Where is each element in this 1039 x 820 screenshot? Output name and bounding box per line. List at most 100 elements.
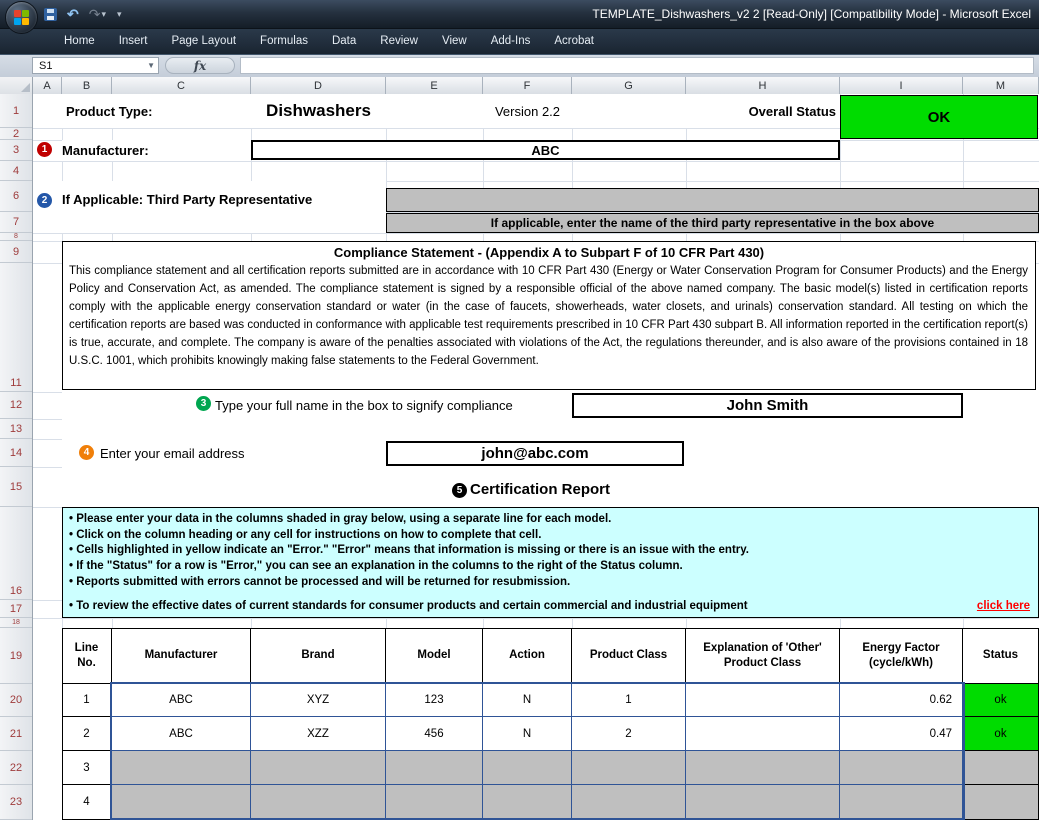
cell-model[interactable] — [386, 785, 483, 820]
cell-line-no[interactable]: 1 — [62, 684, 112, 717]
cell-product-class[interactable]: 1 — [572, 684, 686, 717]
cell-action[interactable] — [483, 751, 572, 785]
cell-status[interactable] — [963, 785, 1039, 820]
col-header-status[interactable]: Status — [963, 628, 1039, 684]
column-header-c[interactable]: C — [112, 77, 251, 94]
tab-insert[interactable]: Insert — [107, 29, 160, 54]
signature-input[interactable]: John Smith — [572, 393, 963, 418]
col-header-brand[interactable]: Brand — [251, 628, 386, 684]
row-header-14[interactable]: 14 — [0, 439, 32, 467]
row-header-13[interactable]: 13 — [0, 419, 32, 439]
row-header-8[interactable]: 8 — [0, 233, 32, 241]
formula-input[interactable] — [240, 57, 1034, 74]
row-header-18[interactable]: 18 — [0, 618, 32, 628]
cell-action[interactable] — [483, 785, 572, 820]
tab-view[interactable]: View — [430, 29, 479, 54]
row-header-15[interactable]: 15 — [0, 467, 32, 507]
tab-page-layout[interactable]: Page Layout — [159, 29, 248, 54]
column-header-e[interactable]: E — [386, 77, 483, 94]
cell-brand[interactable] — [251, 785, 386, 820]
cell-brand[interactable]: XYZ — [251, 684, 386, 717]
column-header-g[interactable]: G — [572, 77, 686, 94]
cell-line-no[interactable]: 4 — [62, 785, 112, 820]
cell-model[interactable]: 456 — [386, 717, 483, 751]
cell-brand[interactable] — [251, 751, 386, 785]
tab-acrobat[interactable]: Acrobat — [542, 29, 606, 54]
col-header-explanation[interactable]: Explanation of 'Other' Product Class — [686, 628, 840, 684]
row-header-7[interactable]: 7 — [0, 212, 32, 233]
row-header-20[interactable]: 20 — [0, 684, 32, 717]
cell-product-class[interactable]: 2 — [572, 717, 686, 751]
row-header-19[interactable]: 19 — [0, 628, 32, 684]
row-header-22[interactable]: 22 — [0, 751, 32, 785]
redo-button[interactable]: ↷▾ — [87, 4, 108, 24]
row-header-3[interactable]: 3 — [0, 140, 32, 161]
cell-brand[interactable]: XZZ — [251, 717, 386, 751]
col-header-line-no[interactable]: Line No. — [62, 628, 112, 684]
col-header-model[interactable]: Model — [386, 628, 483, 684]
cell-explanation[interactable] — [686, 684, 840, 717]
tab-formulas[interactable]: Formulas — [248, 29, 320, 54]
email-input[interactable]: john@abc.com — [386, 441, 684, 466]
column-header-i[interactable]: I — [840, 77, 963, 94]
insert-function-button[interactable]: fx — [165, 57, 235, 74]
row-header-2[interactable]: 2 — [0, 128, 32, 140]
row-header-6[interactable]: 6 — [0, 181, 32, 212]
cell-manufacturer[interactable]: ABC — [112, 717, 251, 751]
cell-line-no[interactable]: 3 — [62, 751, 112, 785]
manufacturer-input[interactable]: ABC — [251, 140, 840, 160]
row-header-12[interactable]: 12 — [0, 392, 32, 419]
column-header-m[interactable]: M — [963, 77, 1039, 94]
col-header-energy-factor[interactable]: Energy Factor (cycle/kWh) — [840, 628, 963, 684]
cell-energy-factor[interactable]: 0.62 — [840, 684, 963, 717]
cell-explanation[interactable] — [686, 717, 840, 751]
cell-energy-factor[interactable]: 0.47 — [840, 717, 963, 751]
undo-button[interactable]: ↶ — [65, 4, 81, 24]
cell-status[interactable] — [963, 751, 1039, 785]
column-header-b[interactable]: B — [62, 77, 112, 94]
row-header-4[interactable]: 4 — [0, 161, 32, 181]
name-box[interactable]: S1 ▼ — [32, 57, 159, 74]
column-header-f[interactable]: F — [483, 77, 572, 94]
cell-product-class[interactable] — [572, 785, 686, 820]
column-header-h[interactable]: H — [686, 77, 840, 94]
tab-data[interactable]: Data — [320, 29, 368, 54]
row-header-21[interactable]: 21 — [0, 717, 32, 751]
click-here-link[interactable]: click here — [977, 600, 1032, 612]
tab-home[interactable]: Home — [52, 29, 107, 54]
row-header-11[interactable]: 11 — [0, 263, 32, 392]
third-party-input[interactable] — [386, 188, 1039, 212]
qat-customize-button[interactable]: ▾ — [114, 4, 124, 24]
instruction-text: • To review the effective dates of curre… — [69, 600, 748, 612]
cell-energy-factor[interactable] — [840, 785, 963, 820]
save-button[interactable] — [42, 4, 59, 24]
cell-action[interactable]: N — [483, 684, 572, 717]
column-header-a[interactable]: A — [33, 77, 62, 94]
column-header-d[interactable]: D — [251, 77, 386, 94]
row-header-16[interactable]: 16 — [0, 507, 32, 600]
col-header-manufacturer[interactable]: Manufacturer — [112, 628, 251, 684]
cell-status[interactable]: ok — [963, 717, 1039, 751]
cell-model[interactable] — [386, 751, 483, 785]
row-header-9[interactable]: 9 — [0, 241, 32, 263]
cell-manufacturer[interactable] — [112, 751, 251, 785]
cell-action[interactable]: N — [483, 717, 572, 751]
row-header-1[interactable]: 1 — [0, 94, 32, 128]
row-header-23[interactable]: 23 — [0, 785, 32, 820]
col-header-action[interactable]: Action — [483, 628, 572, 684]
tab-add-ins[interactable]: Add-Ins — [479, 29, 543, 54]
row-header-17[interactable]: 17 — [0, 600, 32, 618]
select-all-corner[interactable] — [0, 77, 33, 94]
cell-manufacturer[interactable]: ABC — [112, 684, 251, 717]
cell-explanation[interactable] — [686, 785, 840, 820]
tab-review[interactable]: Review — [368, 29, 430, 54]
cell-energy-factor[interactable] — [840, 751, 963, 785]
cell-manufacturer[interactable] — [112, 785, 251, 820]
cell-explanation[interactable] — [686, 751, 840, 785]
office-button[interactable] — [5, 1, 38, 34]
cell-status[interactable]: ok — [963, 684, 1039, 717]
cell-line-no[interactable]: 2 — [62, 717, 112, 751]
col-header-product-class[interactable]: Product Class — [572, 628, 686, 684]
cell-model[interactable]: 123 — [386, 684, 483, 717]
cell-product-class[interactable] — [572, 751, 686, 785]
